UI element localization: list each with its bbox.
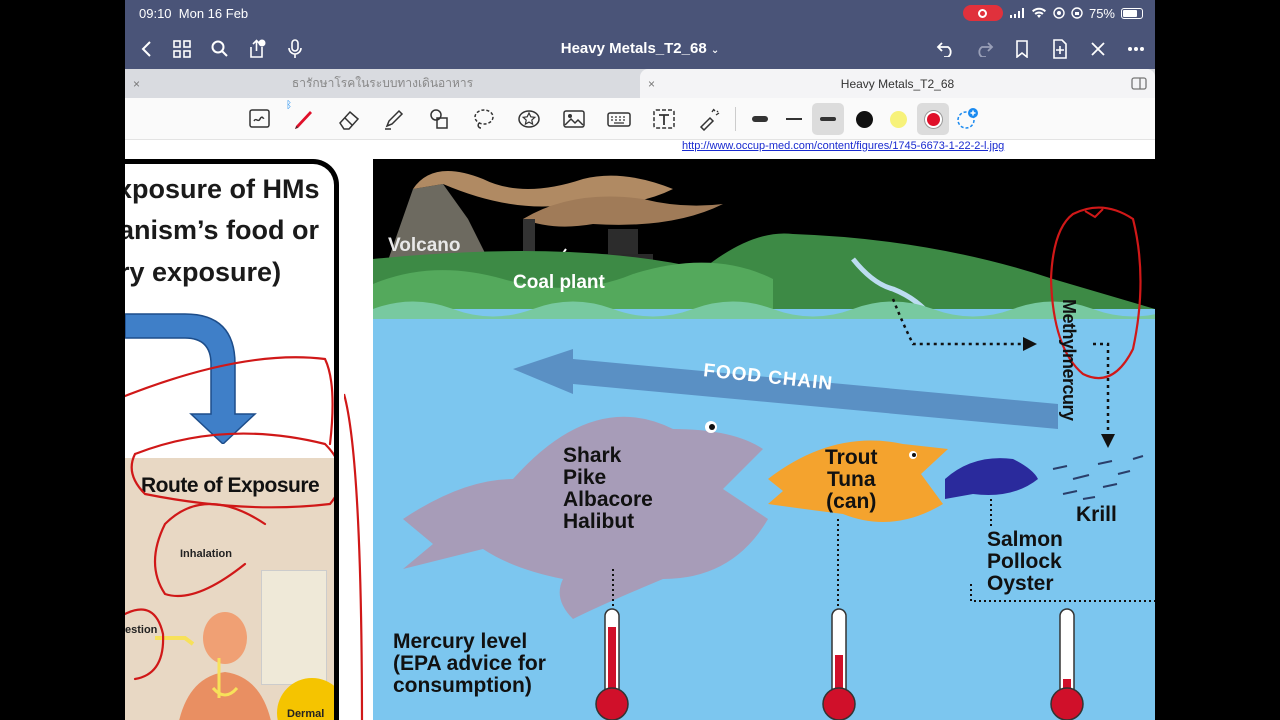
big-fish-labels: Shark Pike Albacore Halibut [563,445,653,533]
split-view-icon[interactable] [1131,77,1147,90]
document-title[interactable]: Heavy Metals_T2_68 ⌄ [125,40,1155,57]
tab-close-icon[interactable]: × [133,77,140,91]
close-toolbar-icon[interactable] [1085,36,1111,62]
mercury-level-line: Mercury level [393,630,528,653]
toolbar-divider [735,107,736,131]
status-icons: 75% [962,5,1143,21]
add-color-icon[interactable] [954,106,980,132]
battery-percent: 75% [1088,5,1115,21]
pdf-page[interactable]: http://www.occup-med.com/content/figures… [125,140,1155,720]
tab-label: ธารักษาโรคในระบบทางเดินอาหาร [291,76,474,90]
pen-tool-icon[interactable]: ᛒ [286,100,316,132]
color-black-swatch[interactable] [851,106,877,132]
volcano-label: Volcano [388,235,461,256]
sticker-tool-icon[interactable] [516,106,542,132]
slide-divider [342,159,373,720]
krill-label: Krill [1076,503,1117,526]
mid-fish-name: Tuna [826,468,876,491]
tab-thai-document[interactable]: × ธารักษาโรคในระบบทางเดินอาหาร [125,69,640,98]
location-icon [1053,7,1065,19]
signal-icon [1009,8,1024,18]
image-tool-icon[interactable] [561,106,587,132]
wifi-icon [1031,7,1046,18]
bluetooth-icon: ᛒ [286,100,292,111]
red-ink-annotation [125,356,334,681]
big-fish-name: Pike [563,466,607,489]
methylmercury-label: Methylmercury [1059,299,1079,421]
redo-icon[interactable] [971,36,997,62]
keyboard-tool-icon[interactable] [606,106,632,132]
text-box-tool-icon[interactable] [651,106,677,132]
swatch-red [924,110,942,128]
left-slide-panel: xposure of HMs anism’s food or ry exposu… [125,159,339,720]
small-fish-name: Oyster [987,572,1054,595]
bookmark-icon[interactable] [1009,36,1035,62]
mid-fish-name: (can) [826,490,877,513]
swatch-yellow [889,110,907,128]
stroke-thin-option[interactable] [781,106,807,132]
small-fish-name: Pollock [987,550,1062,573]
lasso-tool-icon[interactable] [471,106,497,132]
mercury-level-line: consumption) [393,674,532,697]
annotation-toolbar: ᛒ [125,98,1155,140]
clock: 09:10 [139,6,172,21]
mid-fish-labels: Trout Tuna (can) [825,447,878,513]
mercury-level-caption: Mercury level (EPA advice for consumptio… [393,631,546,697]
color-red-swatch[interactable] [917,103,949,135]
big-fish-name: Halibut [563,510,635,533]
top-bar: 09:10 Mon 16 Feb 75% Heavy Metals_T2_68 … [125,0,1155,69]
laser-pointer-icon[interactable] [696,106,722,132]
date: Mon 16 Feb [178,6,249,21]
thermometer-bulb-3 [1050,687,1084,720]
coal-plant-label: Coal plant [513,272,605,293]
chevron-down-icon: ⌄ [710,45,720,56]
eraser-tool-icon[interactable] [336,106,362,132]
status-time: 09:10 Mon 16 Feb [139,6,248,21]
tab-heavy-metals[interactable]: × Heavy Metals_T2_68 [640,69,1155,98]
tab-label: Heavy Metals_T2_68 [840,76,955,91]
small-fish-name: Salmon [987,528,1063,551]
small-fish-labels: Salmon Pollock Oyster [987,529,1063,595]
more-icon[interactable] [1123,36,1149,62]
rotation-lock-icon [1071,7,1083,19]
tab-close-icon[interactable]: × [648,77,655,91]
battery-icon [1121,7,1143,19]
source-url-link[interactable]: http://www.occup-med.com/content/figures… [682,140,1004,152]
shapes-tool-icon[interactable] [426,106,452,132]
tab-bar: × ธารักษาโรคในระบบทางเดินอาหาร × Heavy M… [125,69,1155,98]
highlighter-tool-icon[interactable] [381,106,407,132]
mid-fish-name: Trout [825,446,878,469]
big-fish-name: Shark [563,444,622,467]
image-reader-icon[interactable] [247,106,273,132]
thermometer-bulb-2 [822,687,856,720]
color-yellow-swatch[interactable] [885,106,911,132]
stroke-thick-option[interactable] [747,106,773,132]
document-title-text: Heavy Metals_T2_68 [560,40,707,57]
stroke-medium-option[interactable] [812,103,844,135]
thermometer-bulb-1 [595,687,629,720]
methylmercury-food-chain-illustration: Volcano Coal plant Methylmercury FOOD CH… [373,159,1155,720]
ipad-screen: 09:10 Mon 16 Feb 75% Heavy Metals_T2_68 … [125,0,1155,720]
red-ink-stroke [342,393,364,720]
mercury-level-line: (EPA advice for [393,652,546,675]
add-page-icon[interactable] [1047,36,1073,62]
big-fish-name: Albacore [563,488,653,511]
undo-icon[interactable] [933,36,959,62]
screen-record-icon[interactable] [962,5,1003,21]
swatch-black [855,110,873,128]
